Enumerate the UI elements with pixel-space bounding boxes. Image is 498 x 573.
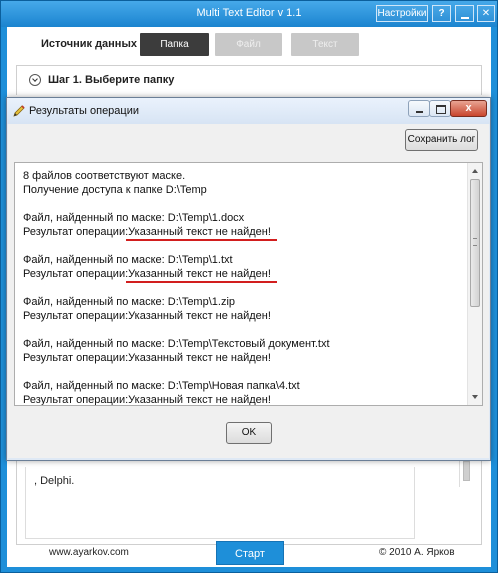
help-button[interactable]: ? <box>432 5 451 22</box>
log-result-text: Указанный текст не найден! <box>128 268 271 280</box>
copyright-text: © 2010 А. Ярков <box>379 547 455 558</box>
log-scrollbar[interactable] <box>467 163 482 405</box>
dialog-body: Сохранить лог 8 файлов соответствуют мас… <box>8 124 489 458</box>
source-label: Источник данных <box>41 38 137 50</box>
dialog-close-button[interactable]: x <box>450 100 487 117</box>
log-result-text: Указанный текст не найден! <box>128 394 271 406</box>
log-line: Файл, найденный по маске: D:\Temp\Тексто… <box>23 338 330 350</box>
step-panel: Шаг 1. Выберите папку <box>16 65 482 95</box>
settings-button[interactable]: Настройки <box>376 5 428 22</box>
grip-icon <box>473 238 477 246</box>
log-result-prefix: Результат операции: <box>23 226 129 238</box>
website-link[interactable]: www.ayarkov.com <box>49 547 129 558</box>
options-scrollbar[interactable] <box>459 459 472 487</box>
log-lines: 8 файлов соответствуют маске. Получение д… <box>23 169 453 406</box>
tab-file[interactable]: Файл <box>215 33 282 56</box>
options-scrollbar-thumb[interactable] <box>463 461 470 481</box>
log-line: Файл, найденный по маске: D:\Temp\1.txt <box>23 254 233 266</box>
log-result-prefix: Результат операции: <box>23 352 129 364</box>
dialog-title-bar[interactable]: Результаты операции x <box>7 98 490 124</box>
minimize-button[interactable] <box>455 5 474 22</box>
log-line: Результат операции:Указанный текст не на… <box>23 225 453 239</box>
close-icon: x <box>465 102 472 114</box>
pencil-icon <box>13 105 25 117</box>
log-line: Результат операции:Указанный текст не на… <box>23 393 453 406</box>
step-title[interactable]: Шаг 1. Выберите папку <box>48 74 174 86</box>
tab-text[interactable]: Текст <box>291 33 359 56</box>
start-button[interactable]: Старт <box>216 541 284 565</box>
log-line: 8 файлов соответствуют маске. <box>23 170 186 182</box>
dialog-maximize-button[interactable] <box>429 100 451 117</box>
log-result-text: Указанный текст не найден! <box>128 226 271 238</box>
log-scrollbar-thumb[interactable] <box>470 179 480 307</box>
log-result-prefix: Результат операции: <box>23 310 129 322</box>
dialog-title: Результаты операции <box>29 105 140 117</box>
log-line: Файл, найденный по маске: D:\Temp\1.docx <box>23 212 245 224</box>
log-result-text: Указанный текст не найден! <box>128 310 271 322</box>
main-title-bar[interactable]: Multi Text Editor v 1.1 Настройки ? ✕ <box>1 1 497 27</box>
scroll-up-icon[interactable] <box>468 164 482 178</box>
description-text: , Delphi. <box>34 475 75 487</box>
description-text-area[interactable]: , Delphi. <box>25 467 415 539</box>
log-line: Файл, найденный по маске: D:\Temp\Новая … <box>23 380 300 392</box>
scroll-down-icon[interactable] <box>468 390 482 404</box>
chevron-down-icon[interactable] <box>29 74 41 86</box>
results-dialog: Результаты операции x Сохранить лог 8 фа… <box>6 97 491 461</box>
dialog-minimize-button[interactable] <box>408 100 430 117</box>
log-line: Получение доступа к папке D:\Temp <box>23 184 207 196</box>
tab-folder[interactable]: Папка <box>140 33 209 56</box>
log-line: Файл, найденный по маске: D:\Temp\1.zip <box>23 296 236 308</box>
ok-button[interactable]: OK <box>226 422 272 444</box>
close-button[interactable]: ✕ <box>477 5 495 22</box>
log-line: Результат операции:Указанный текст не на… <box>23 309 453 323</box>
log-result-prefix: Результат операции: <box>23 268 129 280</box>
log-text-area[interactable]: 8 файлов соответствуют маске. Получение д… <box>14 162 483 406</box>
log-result-prefix: Результат операции: <box>23 394 129 406</box>
save-log-button[interactable]: Сохранить лог <box>405 129 478 151</box>
log-result-text: Указанный текст не найден! <box>128 352 271 364</box>
log-line: Результат операции:Указанный текст не на… <box>23 351 453 365</box>
log-line: Результат операции:Указанный текст не на… <box>23 267 453 281</box>
